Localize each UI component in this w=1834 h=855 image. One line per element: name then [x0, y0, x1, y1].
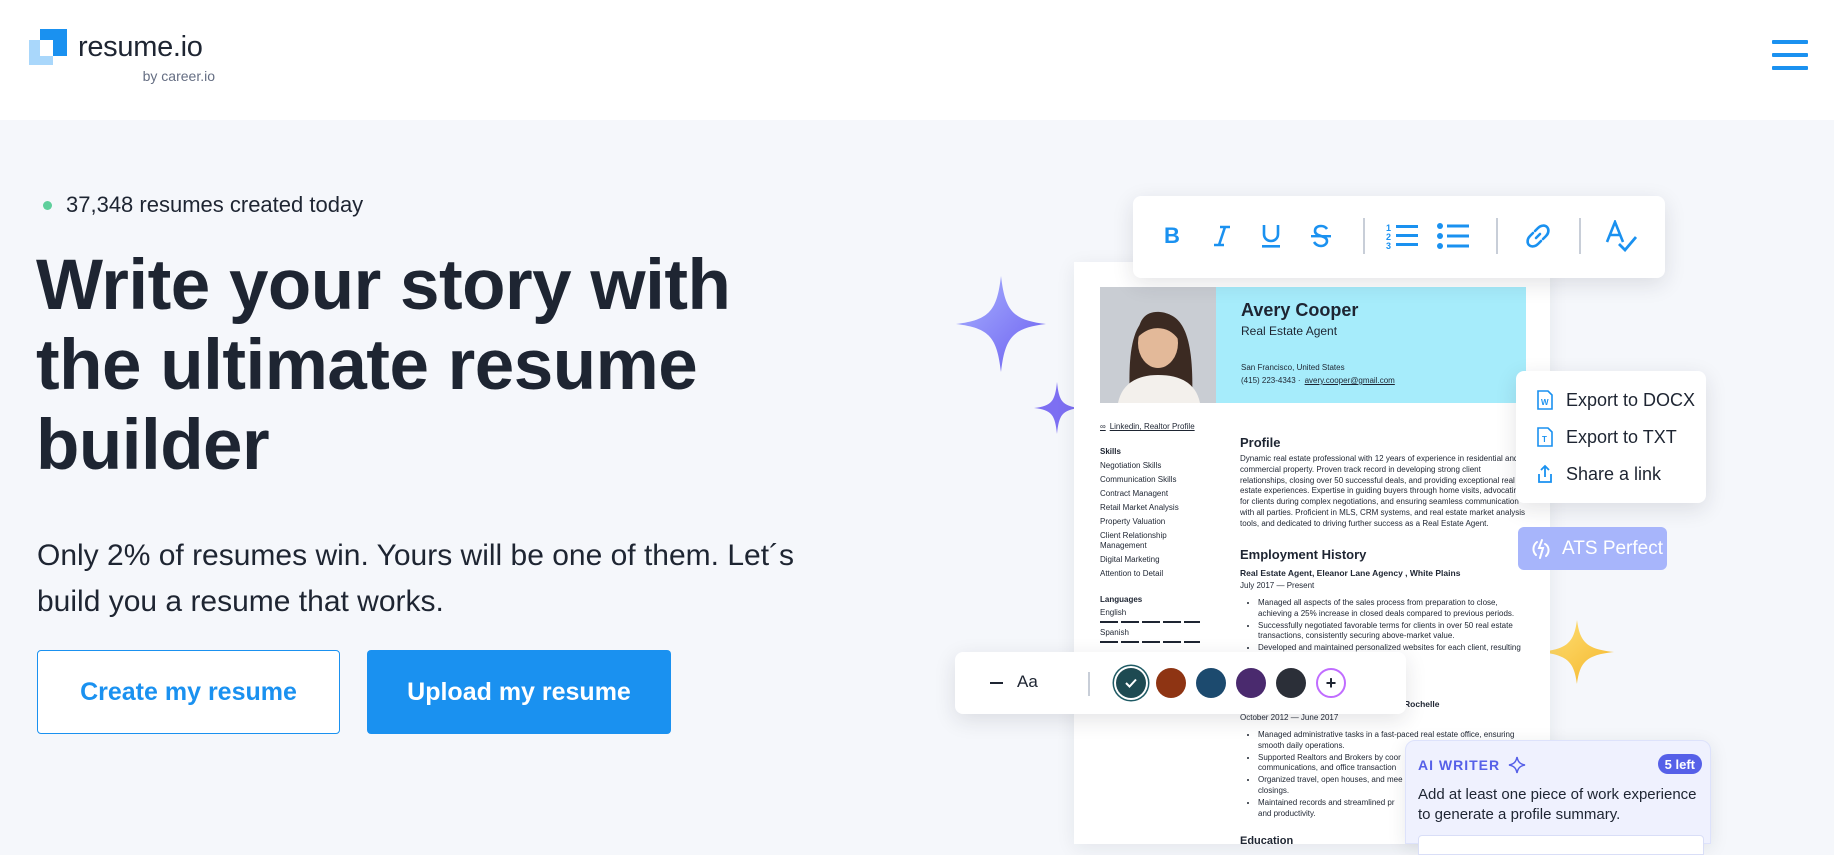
color-swatch-purple[interactable]: [1236, 668, 1266, 698]
format-toolbar: B 123: [1133, 196, 1665, 278]
skill-item: Property Valuation: [1100, 517, 1166, 526]
ats-perfect-badge: ATS Perfect: [1518, 527, 1667, 570]
resume-name: Avery Cooper: [1241, 300, 1359, 320]
profile-photo: [1100, 287, 1216, 403]
design-toolbar: Aa +: [955, 652, 1406, 714]
svg-text:T: T: [1542, 435, 1547, 444]
create-resume-button[interactable]: Create my resume: [37, 650, 340, 734]
add-color-button[interactable]: +: [1316, 668, 1346, 698]
job-bullet: Organized travel, open houses, and mee c…: [1258, 775, 1408, 797]
txt-file-icon: T: [1536, 427, 1554, 447]
resume-location: San Francisco, United States: [1241, 363, 1345, 372]
profile-text: Dynamic real estate professional with 12…: [1240, 454, 1525, 528]
brand-logo[interactable]: resume.io by career.io: [29, 29, 215, 85]
brand-sub: by career.io: [142, 68, 215, 84]
upload-resume-button[interactable]: Upload my resume: [367, 650, 671, 734]
resume-links: ∞ Linkedin, Realtor Profile: [1100, 422, 1195, 431]
link-icon[interactable]: [1518, 216, 1558, 256]
education-heading: Education: [1240, 835, 1294, 844]
sparkle-gold-icon: [1540, 620, 1614, 684]
job-bullet: Managed all aspects of the sales process…: [1258, 598, 1530, 620]
skill-item: Digital Marketing: [1100, 555, 1160, 564]
resume-counter: 37,348 resumes created today: [42, 192, 363, 218]
ats-check-icon: [1530, 538, 1552, 560]
sparkle-large-icon: [956, 276, 1046, 372]
brand-name: resume.io: [78, 31, 203, 63]
numbered-list-icon[interactable]: 123: [1383, 216, 1423, 256]
resume-email: avery.cooper@gmail.com: [1304, 376, 1395, 385]
skill-item: Communication Skills: [1100, 475, 1177, 484]
skill-item: Retail Market Analysis: [1100, 503, 1179, 512]
language-level-bar: [1100, 621, 1200, 623]
job-date: October 2012 — June 2017: [1240, 713, 1339, 722]
live-dot-icon: [43, 200, 52, 210]
languages-heading: Languages: [1100, 595, 1143, 604]
ai-writer-message: Add at least one piece of work experienc…: [1418, 786, 1697, 823]
export-txt-label: Export to TXT: [1566, 426, 1677, 447]
export-txt-item[interactable]: T Export to TXT: [1536, 425, 1677, 449]
hero-subtitle: Only 2% of resumes win. Yours will be on…: [37, 539, 795, 618]
decrease-font-icon[interactable]: [990, 682, 1003, 684]
job-bullet: Maintained records and streamlined pr an…: [1258, 798, 1408, 820]
profile-heading: Profile: [1240, 435, 1281, 450]
share-link-item[interactable]: Share a link: [1536, 462, 1661, 486]
bullet-list-icon[interactable]: [1434, 216, 1474, 256]
language-item: Spanish: [1100, 628, 1129, 637]
language-item: English: [1100, 608, 1127, 617]
skills-heading: Skills: [1100, 447, 1121, 456]
spellcheck-icon[interactable]: [1601, 216, 1641, 256]
sparkle-icon: [1508, 756, 1526, 774]
skill-item: Contract Managent: [1100, 489, 1169, 498]
skill-item: Attention to Detail: [1100, 569, 1164, 578]
color-swatch-teal[interactable]: [1116, 668, 1146, 698]
strikethrough-icon[interactable]: [1301, 216, 1341, 256]
job-bullet: Supported Realtors and Brokers by coor c…: [1258, 753, 1408, 775]
font-size-label[interactable]: Aa: [1017, 672, 1038, 692]
toolbar-divider: [1088, 672, 1090, 696]
hero-title: Write your story with the ultimate resum…: [36, 246, 731, 485]
italic-icon[interactable]: [1202, 216, 1242, 256]
ai-writer-credits-badge: 5 left: [1657, 754, 1702, 774]
check-icon: [1125, 678, 1137, 688]
ats-label: ATS Perfect: [1562, 537, 1664, 559]
job-bullet: Successfully negotiated favorable terms …: [1258, 621, 1530, 643]
link-icon: ∞: [1100, 422, 1106, 431]
resume-links-text: Linkedin, Realtor Profile: [1109, 422, 1195, 431]
svg-text:W: W: [1541, 398, 1549, 407]
toolbar-divider: [1496, 218, 1498, 254]
export-docx-item[interactable]: W Export to DOCX: [1536, 388, 1695, 412]
site-header: resume.io by career.io: [0, 0, 1834, 120]
share-icon: [1536, 464, 1554, 484]
export-menu: W Export to DOCX T Export to TXT Share a…: [1516, 371, 1706, 503]
resume-phone: (415) 223-4343 ·: [1241, 376, 1301, 385]
employment-heading: Employment History: [1240, 547, 1367, 562]
ai-writer-title: AI WRITER: [1418, 756, 1526, 774]
toolbar-divider: [1579, 218, 1581, 254]
bold-icon[interactable]: B: [1152, 216, 1192, 256]
job-title: Real Estate Agent, Eleanor Lane Agency ,…: [1240, 568, 1461, 578]
counter-text: 37,348 resumes created today: [66, 192, 364, 217]
ai-writer-title-text: AI WRITER: [1418, 757, 1501, 773]
resume-role: Real Estate Agent: [1241, 324, 1338, 338]
hamburger-icon[interactable]: [1772, 40, 1808, 70]
ai-writer-input[interactable]: [1418, 835, 1704, 855]
docx-file-icon: W: [1536, 390, 1554, 410]
color-swatch-charcoal[interactable]: [1276, 668, 1306, 698]
color-swatch-navy[interactable]: [1196, 668, 1226, 698]
skill-item: Negotiation Skills: [1100, 461, 1162, 470]
color-swatch-rust[interactable]: [1156, 668, 1186, 698]
share-link-label: Share a link: [1566, 463, 1662, 484]
language-level-bar: [1100, 641, 1200, 643]
logo-mark-icon: [29, 29, 67, 67]
toolbar-divider: [1363, 218, 1365, 254]
export-docx-label: Export to DOCX: [1566, 389, 1696, 410]
skill-item: Client Relationship Management: [1100, 531, 1167, 550]
ai-writer-panel: AI WRITER 5 left Add at least one piece …: [1405, 740, 1711, 855]
svg-text:B: B: [1164, 225, 1180, 247]
resume-contact: (415) 223-4343 · avery.cooper@gmail.com: [1241, 376, 1395, 385]
job-date: July 2017 — Present: [1240, 581, 1315, 590]
svg-text:3: 3: [1386, 241, 1391, 250]
underline-icon[interactable]: [1251, 216, 1291, 256]
